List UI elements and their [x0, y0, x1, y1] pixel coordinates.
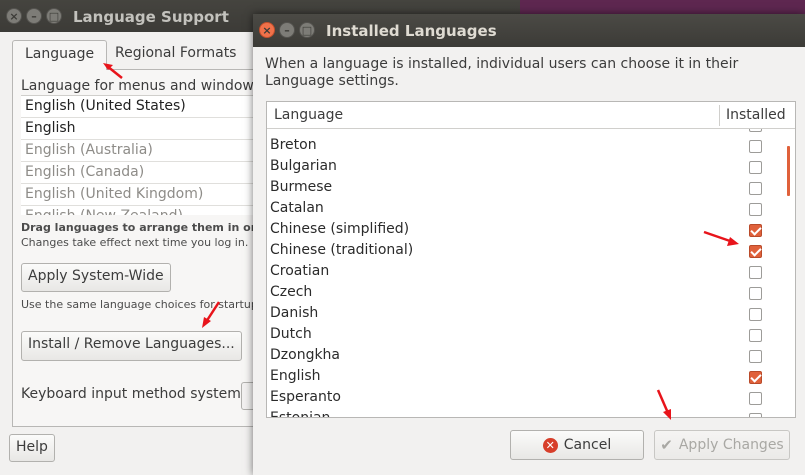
cancel-icon: ✕: [542, 437, 558, 453]
installed-checkbox[interactable]: [749, 129, 762, 132]
installed-checkbox[interactable]: [749, 161, 762, 174]
language-name: Breton: [270, 137, 317, 153]
tab-language[interactable]: Language: [12, 40, 108, 70]
language-name: Estonian: [270, 410, 330, 417]
language-name: Chinese (traditional): [270, 242, 414, 258]
column-header-installed[interactable]: Installed: [726, 107, 786, 123]
language-name: Burmese: [270, 179, 333, 195]
same-choices-note: Use the same language choices for startu…: [21, 298, 258, 311]
apply-system-wide-button[interactable]: Apply System-Wide: [21, 263, 171, 292]
language-row[interactable]: Burmese: [267, 178, 795, 199]
installed-checkbox[interactable]: [749, 203, 762, 216]
language-row[interactable]: Dzongkha: [267, 346, 795, 367]
changes-note: Changes take effect next time you log in…: [21, 236, 249, 249]
language-row[interactable]: Chinese (traditional): [267, 241, 795, 262]
close-icon[interactable]: ×: [6, 8, 22, 24]
installed-checkbox[interactable]: [749, 371, 762, 384]
cancel-button-label: Cancel: [563, 437, 612, 453]
close-icon[interactable]: ×: [259, 22, 275, 38]
installed-checkbox[interactable]: [749, 350, 762, 363]
apply-changes-button-label: Apply Changes: [678, 437, 784, 453]
language-row[interactable]: Croatian: [267, 262, 795, 283]
table-header: Language Installed: [267, 102, 795, 129]
tab-regional-formats[interactable]: Regional Formats: [103, 40, 248, 70]
language-name: Croatian: [270, 263, 330, 279]
help-button[interactable]: Help: [9, 434, 55, 462]
installed-checkbox[interactable]: [749, 329, 762, 342]
installed-checkbox[interactable]: [749, 308, 762, 321]
installed-checkbox[interactable]: [749, 287, 762, 300]
install-remove-languages-button[interactable]: Install / Remove Languages...: [21, 331, 242, 361]
language-name: Esperanto: [270, 389, 341, 405]
language-name: English: [270, 368, 321, 384]
installed-languages-dialog: × – □ Installed Languages When a languag…: [253, 14, 805, 475]
installed-languages-table: Language Installed Bosnian Breton Bulgaria…: [266, 101, 796, 418]
language-name: Dutch: [270, 326, 312, 342]
cancel-button[interactable]: ✕ Cancel: [510, 430, 644, 460]
dialog-description: When a language is installed, individual…: [265, 56, 739, 89]
installed-checkbox[interactable]: [749, 245, 762, 258]
minimize-icon[interactable]: –: [279, 22, 295, 38]
checkmark-icon: ✔: [660, 436, 673, 454]
language-row[interactable]: Esperanto: [267, 388, 795, 409]
keyboard-input-label: Keyboard input method system:: [21, 386, 246, 402]
installed-checkbox[interactable]: [749, 182, 762, 195]
language-row[interactable]: Bosnian: [267, 129, 795, 136]
drag-note: Drag languages to arrange them in order: [21, 221, 277, 234]
apply-changes-button[interactable]: ✔ Apply Changes: [654, 430, 790, 460]
language-menus-label: Language for menus and windows:: [21, 78, 266, 94]
language-name: Danish: [270, 305, 319, 321]
maximize-icon[interactable]: □: [46, 8, 62, 24]
installed-checkbox[interactable]: [749, 140, 762, 153]
column-divider: [719, 105, 720, 126]
maximize-icon[interactable]: □: [299, 22, 315, 38]
installed-checkbox[interactable]: [749, 413, 762, 417]
language-row[interactable]: Estonian: [267, 409, 795, 417]
language-row[interactable]: English: [267, 367, 795, 388]
language-row[interactable]: Dutch: [267, 325, 795, 346]
window-title: Language Support: [73, 8, 229, 26]
table-body[interactable]: Bosnian Breton Bulgarian Burmese Catalan Chin…: [267, 129, 795, 417]
installed-checkbox[interactable]: [749, 224, 762, 237]
language-name: Catalan: [270, 200, 324, 216]
dialog-title: Installed Languages: [326, 22, 497, 40]
language-name: Chinese (simplified): [270, 221, 410, 237]
scrollbar[interactable]: [787, 146, 790, 196]
language-name: Bosnian: [270, 129, 326, 132]
language-row[interactable]: Breton: [267, 136, 795, 157]
language-row[interactable]: Catalan: [267, 199, 795, 220]
dialog-titlebar[interactable]: × – □ Installed Languages: [253, 14, 805, 47]
installed-checkbox[interactable]: [749, 392, 762, 405]
column-header-language[interactable]: Language: [274, 107, 343, 123]
language-row[interactable]: Bulgarian: [267, 157, 795, 178]
language-name: Dzongkha: [270, 347, 341, 363]
language-name: Czech: [270, 284, 313, 300]
language-row[interactable]: Czech: [267, 283, 795, 304]
installed-checkbox[interactable]: [749, 266, 762, 279]
minimize-icon[interactable]: –: [26, 8, 42, 24]
language-row[interactable]: Danish: [267, 304, 795, 325]
language-name: Bulgarian: [270, 158, 337, 174]
language-row[interactable]: Chinese (simplified): [267, 220, 795, 241]
